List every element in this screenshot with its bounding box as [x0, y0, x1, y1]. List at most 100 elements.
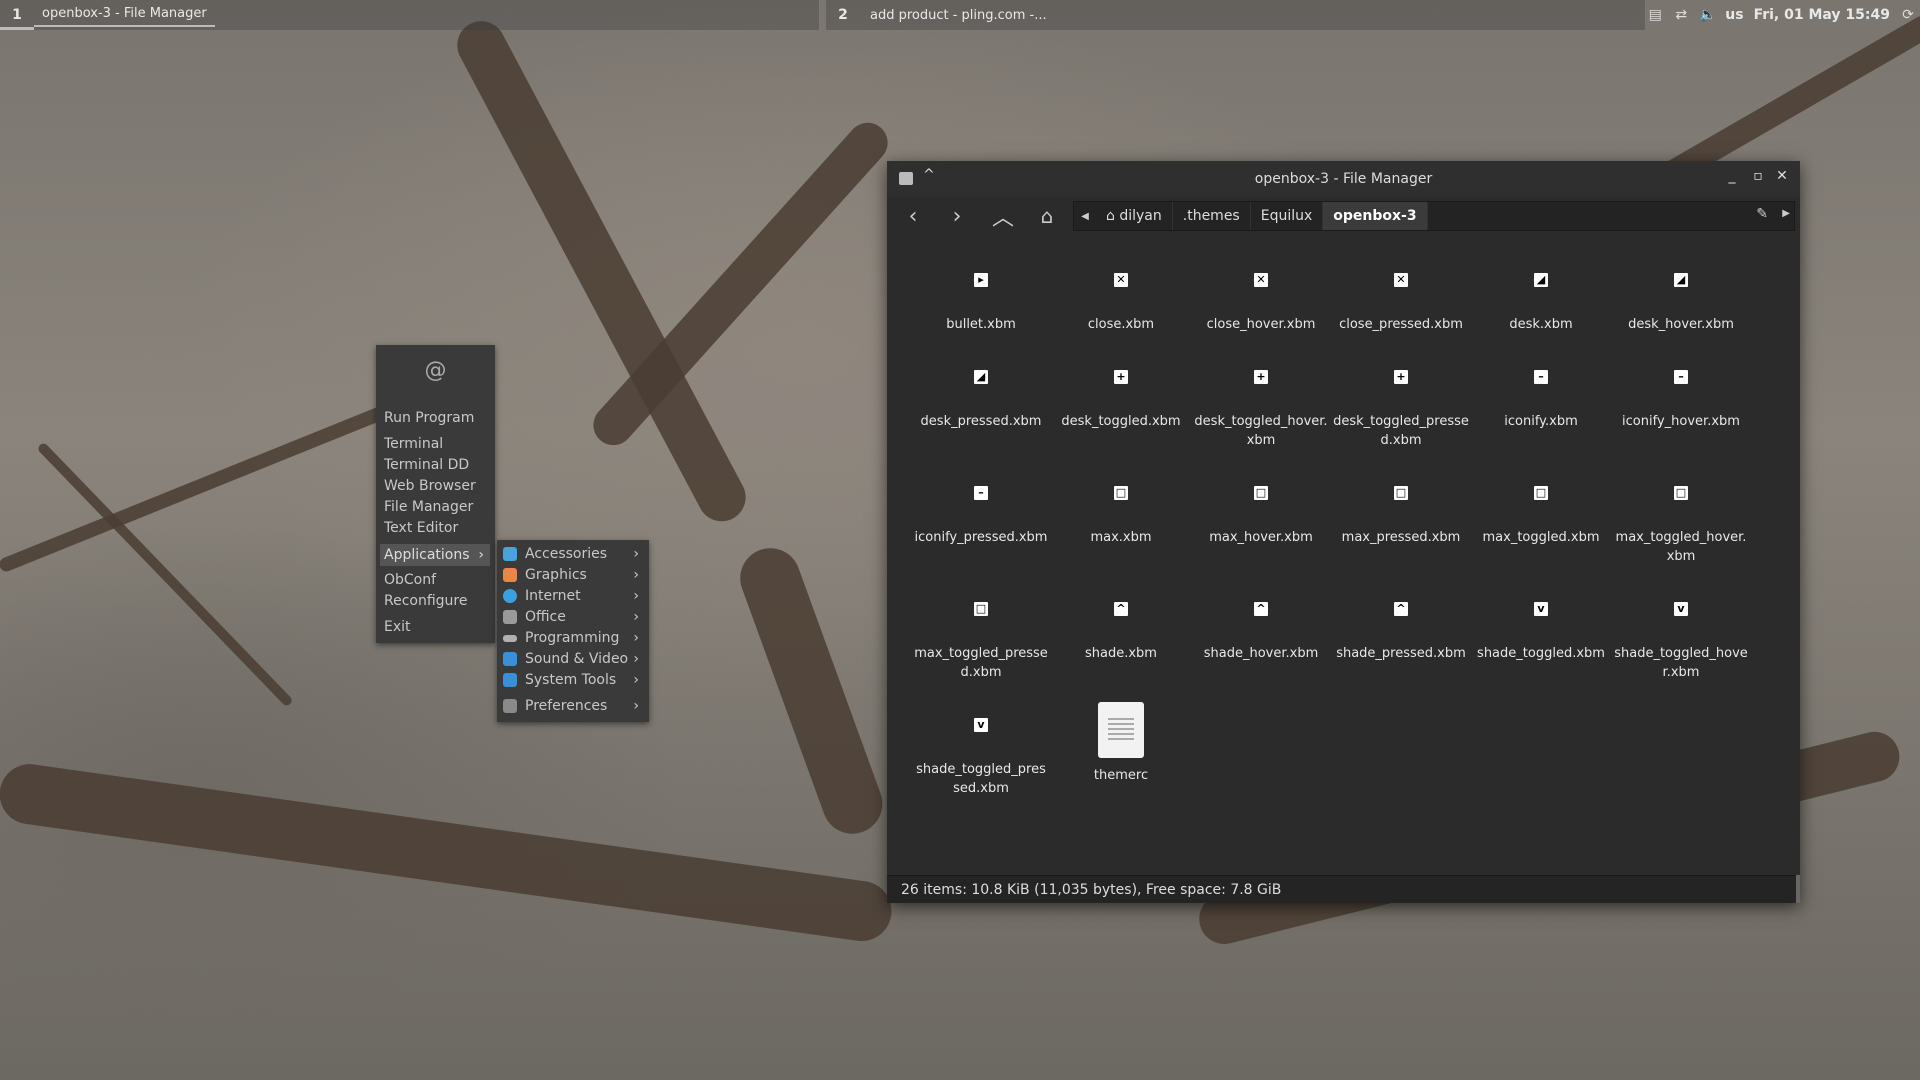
chevron-right-icon: › [633, 672, 639, 688]
file-item[interactable]: □ max_hover.xbm [1193, 486, 1329, 547]
breadcrumb-dilyan[interactable]: ⌂ dilyan [1096, 202, 1173, 230]
breadcrumb-openbox-3[interactable]: openbox-3 [1323, 202, 1428, 230]
menu-item-terminal-dd[interactable]: Terminal DD [384, 455, 469, 475]
file-item[interactable]: ^ shade_pressed.xbm [1333, 602, 1469, 663]
menu-item-exit[interactable]: Exit [384, 617, 411, 637]
xbm-file-icon: □ [974, 602, 988, 616]
file-item[interactable]: □ max_toggled.xbm [1473, 486, 1609, 547]
back-button[interactable]: ‹ [895, 201, 931, 231]
file-item[interactable]: – iconify_pressed.xbm [913, 486, 1049, 547]
file-item[interactable]: + desk_toggled_hover.xbm [1193, 370, 1329, 450]
submenu-label: Office [525, 609, 566, 625]
submenu-item-preferences[interactable]: Preferences › [503, 696, 647, 716]
submenu-item-accessories[interactable]: Accessories › [503, 544, 647, 564]
xbm-file-icon: ◢ [1674, 273, 1688, 287]
file-item[interactable]: + desk_toggled.xbm [1053, 370, 1189, 431]
menu-item-terminal[interactable]: Terminal [384, 434, 443, 454]
file-item[interactable]: ◢ desk_hover.xbm [1613, 273, 1749, 334]
xbm-file-icon: ^ [1394, 602, 1408, 616]
file-item[interactable]: □ max_pressed.xbm [1333, 486, 1469, 547]
submenu-item-system-tools[interactable]: System Tools › [503, 670, 647, 690]
file-item[interactable]: v shade_toggled_hover.xbm [1613, 602, 1749, 682]
graphics-icon [503, 568, 517, 582]
xbm-file-icon: + [1114, 370, 1128, 384]
file-grid: ▸ bullet.xbm ✕ close.xbm ✕ close_hover.x… [887, 241, 1800, 875]
file-name: close.xbm [1087, 317, 1155, 332]
menu-item-run-program[interactable]: Run Program [384, 408, 474, 428]
submenu-label: System Tools [525, 672, 617, 688]
submenu-label: Programming [525, 630, 620, 646]
file-item[interactable]: – iconify_hover.xbm [1613, 370, 1749, 431]
chevron-right-icon: › [633, 588, 639, 604]
path-scroll-left-icon[interactable]: ◀ [1074, 211, 1096, 222]
file-item[interactable]: ✕ close_pressed.xbm [1333, 273, 1469, 334]
xbm-file-icon: □ [1394, 486, 1408, 500]
menu-item-file-manager[interactable]: File Manager [384, 497, 473, 517]
file-item[interactable]: ✕ close_hover.xbm [1193, 273, 1329, 334]
chevron-right-icon: › [633, 609, 639, 625]
submenu-item-graphics[interactable]: Graphics › [503, 565, 647, 585]
up-button[interactable]: ︿ [985, 201, 1021, 231]
close-icon[interactable]: ✕ [1773, 168, 1791, 184]
breadcrumb-equilux[interactable]: Equilux [1251, 202, 1324, 230]
chevron-right-icon: › [633, 630, 639, 646]
file-name: shade.xbm [1085, 646, 1157, 661]
edit-path-icon[interactable]: ✎ [1756, 206, 1768, 222]
file-item[interactable]: v shade_toggled.xbm [1473, 602, 1609, 663]
clock[interactable]: Fri, 01 May 15:49 [1754, 7, 1890, 23]
file-item[interactable]: – iconify.xbm [1473, 370, 1609, 431]
file-item[interactable]: ✕ close.xbm [1053, 273, 1189, 334]
file-item[interactable]: □ max_toggled_hover.xbm [1613, 486, 1749, 566]
clipboard-icon[interactable]: ▤ [1647, 7, 1663, 23]
refresh-icon[interactable]: ⟳ [1900, 7, 1916, 23]
submenu-label: Preferences [525, 698, 608, 714]
resize-handle[interactable] [1796, 875, 1800, 903]
taskbar-item-2[interactable]: 2 add product - pling.com -... [826, 0, 1646, 30]
applications-submenu: Accessories › Graphics › Internet › Offi… [497, 540, 649, 722]
chevron-right-icon: › [478, 547, 484, 563]
xbm-file-icon: ◢ [974, 370, 988, 384]
submenu-item-sound-video[interactable]: Sound & Video › [503, 649, 647, 669]
home-button[interactable]: ⌂ [1029, 201, 1065, 231]
file-name: max_toggled_hover.xbm [1615, 530, 1747, 564]
path-scroll-right-icon[interactable]: ▶ [1782, 208, 1790, 219]
menu-item-obconf[interactable]: ObConf [384, 570, 436, 590]
keyboard-layout[interactable]: us [1725, 7, 1743, 23]
file-item[interactable]: □ max_toggled_pressed.xbm [913, 602, 1049, 682]
volume-icon[interactable]: 🔈 [1699, 7, 1716, 23]
xbm-file-icon: ▸ [974, 273, 988, 287]
taskbar-item-1[interactable]: 1 openbox-3 - File Manager [0, 0, 820, 30]
menu-item-reconfigure[interactable]: Reconfigure [384, 591, 468, 611]
maximize-icon[interactable]: ▫ [1749, 168, 1767, 184]
xbm-file-icon: v [974, 718, 988, 732]
file-item[interactable]: □ max.xbm [1053, 486, 1189, 547]
forward-button[interactable]: › [939, 201, 975, 231]
chevron-right-icon: › [633, 698, 639, 714]
chevron-right-icon: › [633, 567, 639, 583]
file-name: max_pressed.xbm [1341, 530, 1461, 545]
file-item[interactable]: ^ shade.xbm [1053, 602, 1189, 663]
menu-item-text-editor[interactable]: Text Editor [384, 518, 458, 538]
file-name: iconify.xbm [1504, 414, 1578, 429]
title-bar[interactable]: ^ openbox-3 - File Manager _ ▫ ✕ [887, 161, 1800, 197]
file-name: max_toggled.xbm [1482, 530, 1600, 545]
minimize-icon[interactable]: _ [1723, 168, 1741, 184]
file-item[interactable]: ◢ desk.xbm [1473, 273, 1609, 334]
network-icon[interactable]: ⇄ [1673, 7, 1689, 23]
breadcrumb-themes[interactable]: .themes [1173, 202, 1251, 230]
file-item[interactable]: themerc [1053, 702, 1189, 785]
window-title: openbox-3 - File Manager [1254, 171, 1433, 187]
file-name: desk_pressed.xbm [920, 414, 1042, 429]
submenu-item-office[interactable]: Office › [503, 607, 647, 627]
file-item[interactable]: + desk_toggled_pressed.xbm [1333, 370, 1469, 450]
file-item[interactable]: ^ shade_hover.xbm [1193, 602, 1329, 663]
file-name: shade_pressed.xbm [1336, 646, 1466, 661]
file-item[interactable]: ▸ bullet.xbm [913, 273, 1049, 334]
file-item[interactable]: v shade_toggled_pressed.xbm [913, 718, 1049, 798]
submenu-item-internet[interactable]: Internet › [503, 586, 647, 606]
file-item[interactable]: ◢ desk_pressed.xbm [913, 370, 1049, 431]
menu-item-applications[interactable]: Applications › [380, 544, 490, 566]
submenu-item-programming[interactable]: Programming › [503, 628, 647, 648]
chevron-left-icon: ‹ [908, 203, 918, 229]
menu-item-web-browser[interactable]: Web Browser [384, 476, 476, 496]
